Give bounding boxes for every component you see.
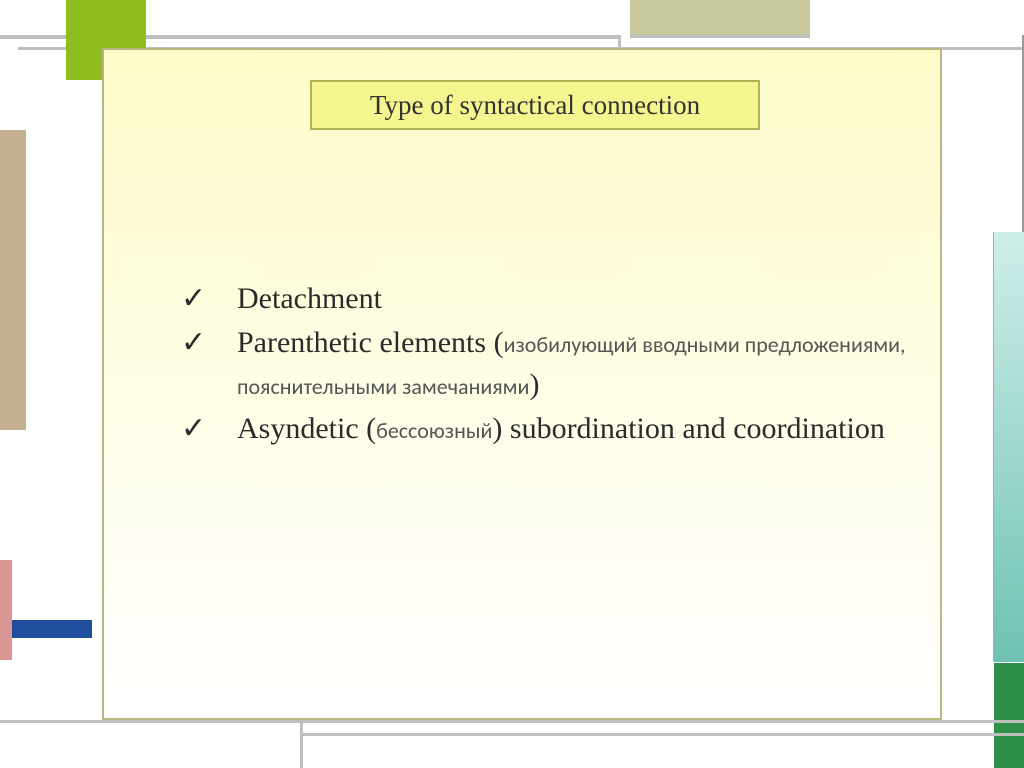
paren-close: ) (492, 412, 502, 445)
list-item: ✓Parenthetic elements (изобилующий вводн… (209, 322, 979, 406)
accent-red-strip (0, 560, 12, 660)
bullet-list: ✓Detachment ✓Parenthetic elements (изоби… (209, 278, 979, 452)
check-icon: ✓ (209, 278, 237, 320)
slide-title: Type of syntactical connection (370, 90, 700, 121)
paren-close: ) (529, 368, 539, 401)
accent-teal-strip (993, 232, 1024, 662)
check-icon: ✓ (209, 408, 237, 450)
slide-title-box: Type of syntactical connection (310, 80, 760, 130)
item-text: Parenthetic elements (237, 326, 486, 359)
paren-open: ( (366, 412, 376, 445)
slide-panel: Type of syntactical connection ✓Detachme… (102, 48, 942, 720)
accent-olive-tab (630, 0, 810, 38)
accent-blue-bar (12, 620, 92, 638)
item-note-ru: бессоюзный (376, 417, 492, 444)
list-item: ✓Detachment (209, 278, 979, 320)
accent-tan-strip (0, 130, 26, 430)
frame-line-bottom-2 (300, 733, 1024, 736)
list-item: ✓Asyndetic (бессоюзный) subordination an… (209, 408, 979, 450)
frame-line-bottom-v (300, 720, 303, 768)
item-text: Detachment (237, 282, 382, 315)
paren-open: ( (494, 326, 504, 359)
frame-line-bottom-1 (0, 720, 1024, 723)
accent-green-strip (994, 663, 1024, 768)
item-text: Asyndetic (237, 412, 359, 445)
check-icon: ✓ (209, 322, 237, 364)
item-tail: subordination and coordination (502, 412, 884, 445)
